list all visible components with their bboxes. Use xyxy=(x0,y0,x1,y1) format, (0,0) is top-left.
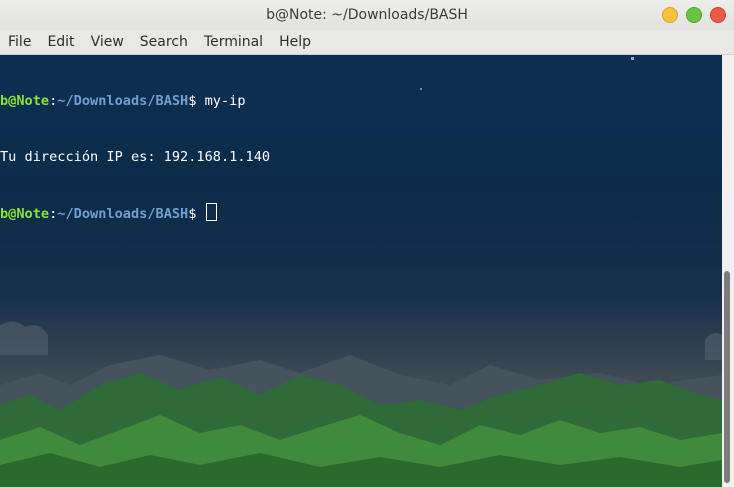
menu-edit[interactable]: Edit xyxy=(39,30,82,54)
menu-file[interactable]: File xyxy=(0,30,39,54)
maximize-button[interactable] xyxy=(686,7,702,23)
terminal-window: b@Note: ~/Downloads/BASH File Edit View … xyxy=(0,0,734,487)
terminal-area[interactable]: b@Note:~/Downloads/BASH$ my-ip Tu direcc… xyxy=(0,55,722,487)
command-output: Tu dirección IP es: 192.168.1.140 xyxy=(0,148,271,165)
terminal-line-1: b@Note:~/Downloads/BASH$ my-ip xyxy=(0,92,270,111)
scrollbar[interactable] xyxy=(722,55,734,487)
menu-bar: File Edit View Search Terminal Help xyxy=(0,30,734,55)
terminal-line-3: b@Note:~/Downloads/BASH$ xyxy=(0,203,270,222)
menu-search[interactable]: Search xyxy=(132,30,196,54)
scrollbar-thumb[interactable] xyxy=(724,271,730,483)
minimize-button[interactable] xyxy=(662,7,678,23)
close-button[interactable] xyxy=(710,7,726,23)
menu-terminal[interactable]: Terminal xyxy=(196,30,271,54)
text-cursor xyxy=(205,203,217,221)
window-title: b@Note: ~/Downloads/BASH xyxy=(266,7,468,23)
command-input[interactable] xyxy=(196,206,204,222)
prompt-path: ~/Downloads/BASH xyxy=(57,93,189,109)
prompt-user: b@Note xyxy=(0,93,50,109)
prompt-user: b@Note xyxy=(0,206,50,222)
command-text: my-ip xyxy=(196,93,246,109)
menu-help[interactable]: Help xyxy=(271,30,319,54)
terminal-line-2: Tu dirección IP es: 192.168.1.140 xyxy=(0,148,270,167)
terminal-output: b@Note:~/Downloads/BASH$ my-ip Tu direcc… xyxy=(0,55,270,259)
prompt-path: ~/Downloads/BASH xyxy=(57,206,189,222)
title-bar[interactable]: b@Note: ~/Downloads/BASH xyxy=(0,0,734,30)
menu-view[interactable]: View xyxy=(83,30,132,54)
